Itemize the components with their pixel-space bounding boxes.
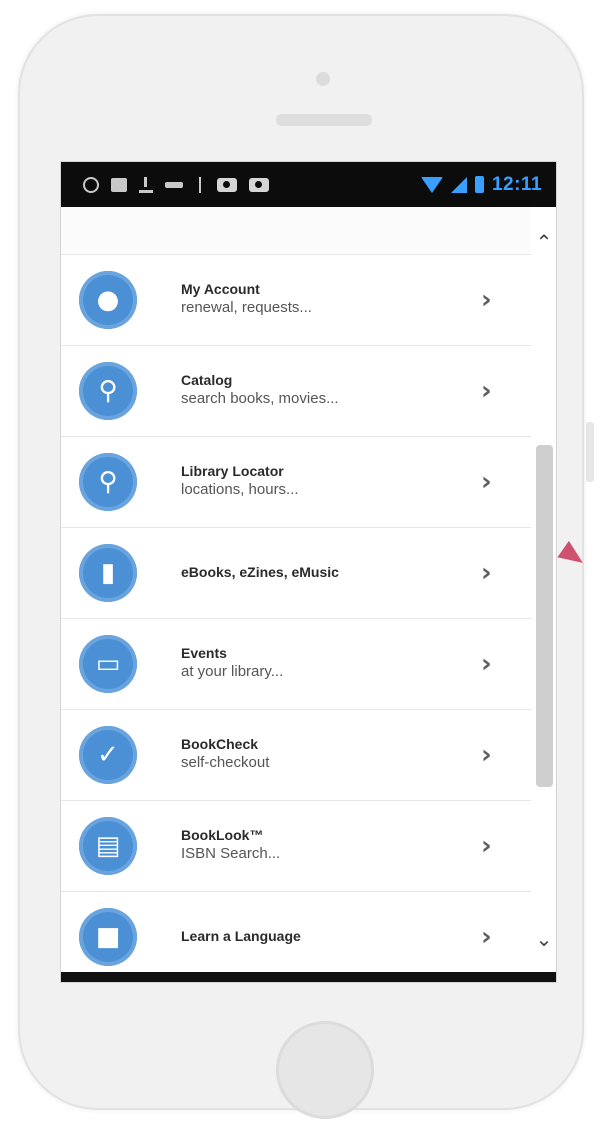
chevron-right-icon: ›: [481, 376, 492, 406]
chevron-right-icon: ›: [481, 558, 492, 588]
map-pin-icon: ⚲: [79, 453, 137, 511]
menu-item-title: eBooks, eZines, eMusic: [181, 564, 339, 580]
download-icon: [139, 176, 153, 193]
status-clock: 12:11: [491, 173, 542, 195]
front-camera: [316, 72, 330, 86]
menu-item-booklook[interactable]: ▤ BookLook™ ISBN Search... ›: [61, 801, 531, 892]
home-button[interactable]: [276, 1021, 374, 1119]
camera-icon: [249, 177, 269, 192]
usb-icon: [195, 176, 205, 193]
menu-item-title: Learn a Language: [181, 928, 301, 944]
chevron-up-icon[interactable]: ⌃: [533, 231, 555, 253]
chevron-right-icon: ›: [481, 831, 492, 861]
menu-item-bookcheck[interactable]: ✓ BookCheck self-checkout ›: [61, 710, 531, 801]
menu-item-title: Library Locator: [181, 463, 284, 479]
menu-item-subtitle: self-checkout: [181, 754, 270, 771]
menu-item-my-account[interactable]: ● My Account renewal, requests... ›: [61, 255, 531, 346]
menu-item-subtitle: locations, hours...: [181, 481, 299, 498]
ebook-icon: ▮: [79, 544, 137, 602]
chevron-right-icon: ›: [481, 285, 492, 315]
language-icon: ■: [79, 908, 137, 966]
camera-icon: [217, 177, 237, 192]
menu-item-title: BookLook™: [181, 827, 264, 843]
calendar-icon: ▭: [79, 635, 137, 693]
screen-bottom-edge: [61, 972, 556, 982]
menu-item-library-locator[interactable]: ⚲ Library Locator locations, hours... ›: [61, 437, 531, 528]
keyboard-icon: [111, 177, 127, 192]
menu-list: ● My Account renewal, requests... › ⚲ Ca…: [61, 207, 531, 982]
menu-item-subtitle: search books, movies...: [181, 390, 339, 407]
menu-item-subtitle: renewal, requests...: [181, 299, 312, 316]
status-bar: 12:11: [61, 162, 556, 207]
system-icons: 12:11: [420, 173, 556, 196]
battery-icon: [474, 176, 484, 193]
earpiece-speaker: [276, 114, 372, 126]
chevron-right-icon: ›: [481, 922, 492, 952]
magnifier-icon: ⚲: [79, 362, 137, 420]
person-icon: ●: [79, 271, 137, 329]
menu-item-subtitle: ISBN Search...: [181, 845, 281, 862]
isbn-icon: ▤: [79, 817, 137, 875]
menu-item-ebooks[interactable]: ▮ eBooks, eZines, eMusic ›: [61, 528, 531, 619]
menu-item-title: My Account: [181, 281, 260, 297]
chevron-right-icon: ›: [481, 467, 492, 497]
checkout-icon: ✓: [79, 726, 137, 784]
side-mark: [586, 422, 594, 482]
menu-item-title: BookCheck: [181, 736, 259, 752]
signal-icon: [450, 176, 467, 193]
scrollbar-thumb[interactable]: [536, 445, 553, 787]
menu-item-events[interactable]: ▭ Events at your library... ›: [61, 619, 531, 710]
scrollbar[interactable]: ⌃ ⌄: [531, 207, 556, 982]
chevron-down-icon[interactable]: ⌄: [533, 928, 555, 950]
voicemail-icon: [165, 181, 183, 188]
menu-item-title: Catalog: [181, 372, 233, 388]
ring-icon: [83, 176, 99, 193]
wifi-icon: [420, 176, 443, 193]
chevron-right-icon: ›: [481, 649, 492, 679]
menu-item-catalog[interactable]: ⚲ Catalog search books, movies... ›: [61, 346, 531, 437]
notification-icons: [61, 176, 269, 193]
menu-item-subtitle: at your library...: [181, 663, 284, 680]
menu-item-learn-a-language[interactable]: ■ Learn a Language ›: [61, 892, 531, 982]
menu-item-title: Events: [181, 645, 227, 661]
list-header: [61, 207, 531, 255]
chevron-right-icon: ›: [481, 740, 492, 770]
phone-screen: 12:11 ● My Account renewal, requests... …: [61, 162, 556, 982]
